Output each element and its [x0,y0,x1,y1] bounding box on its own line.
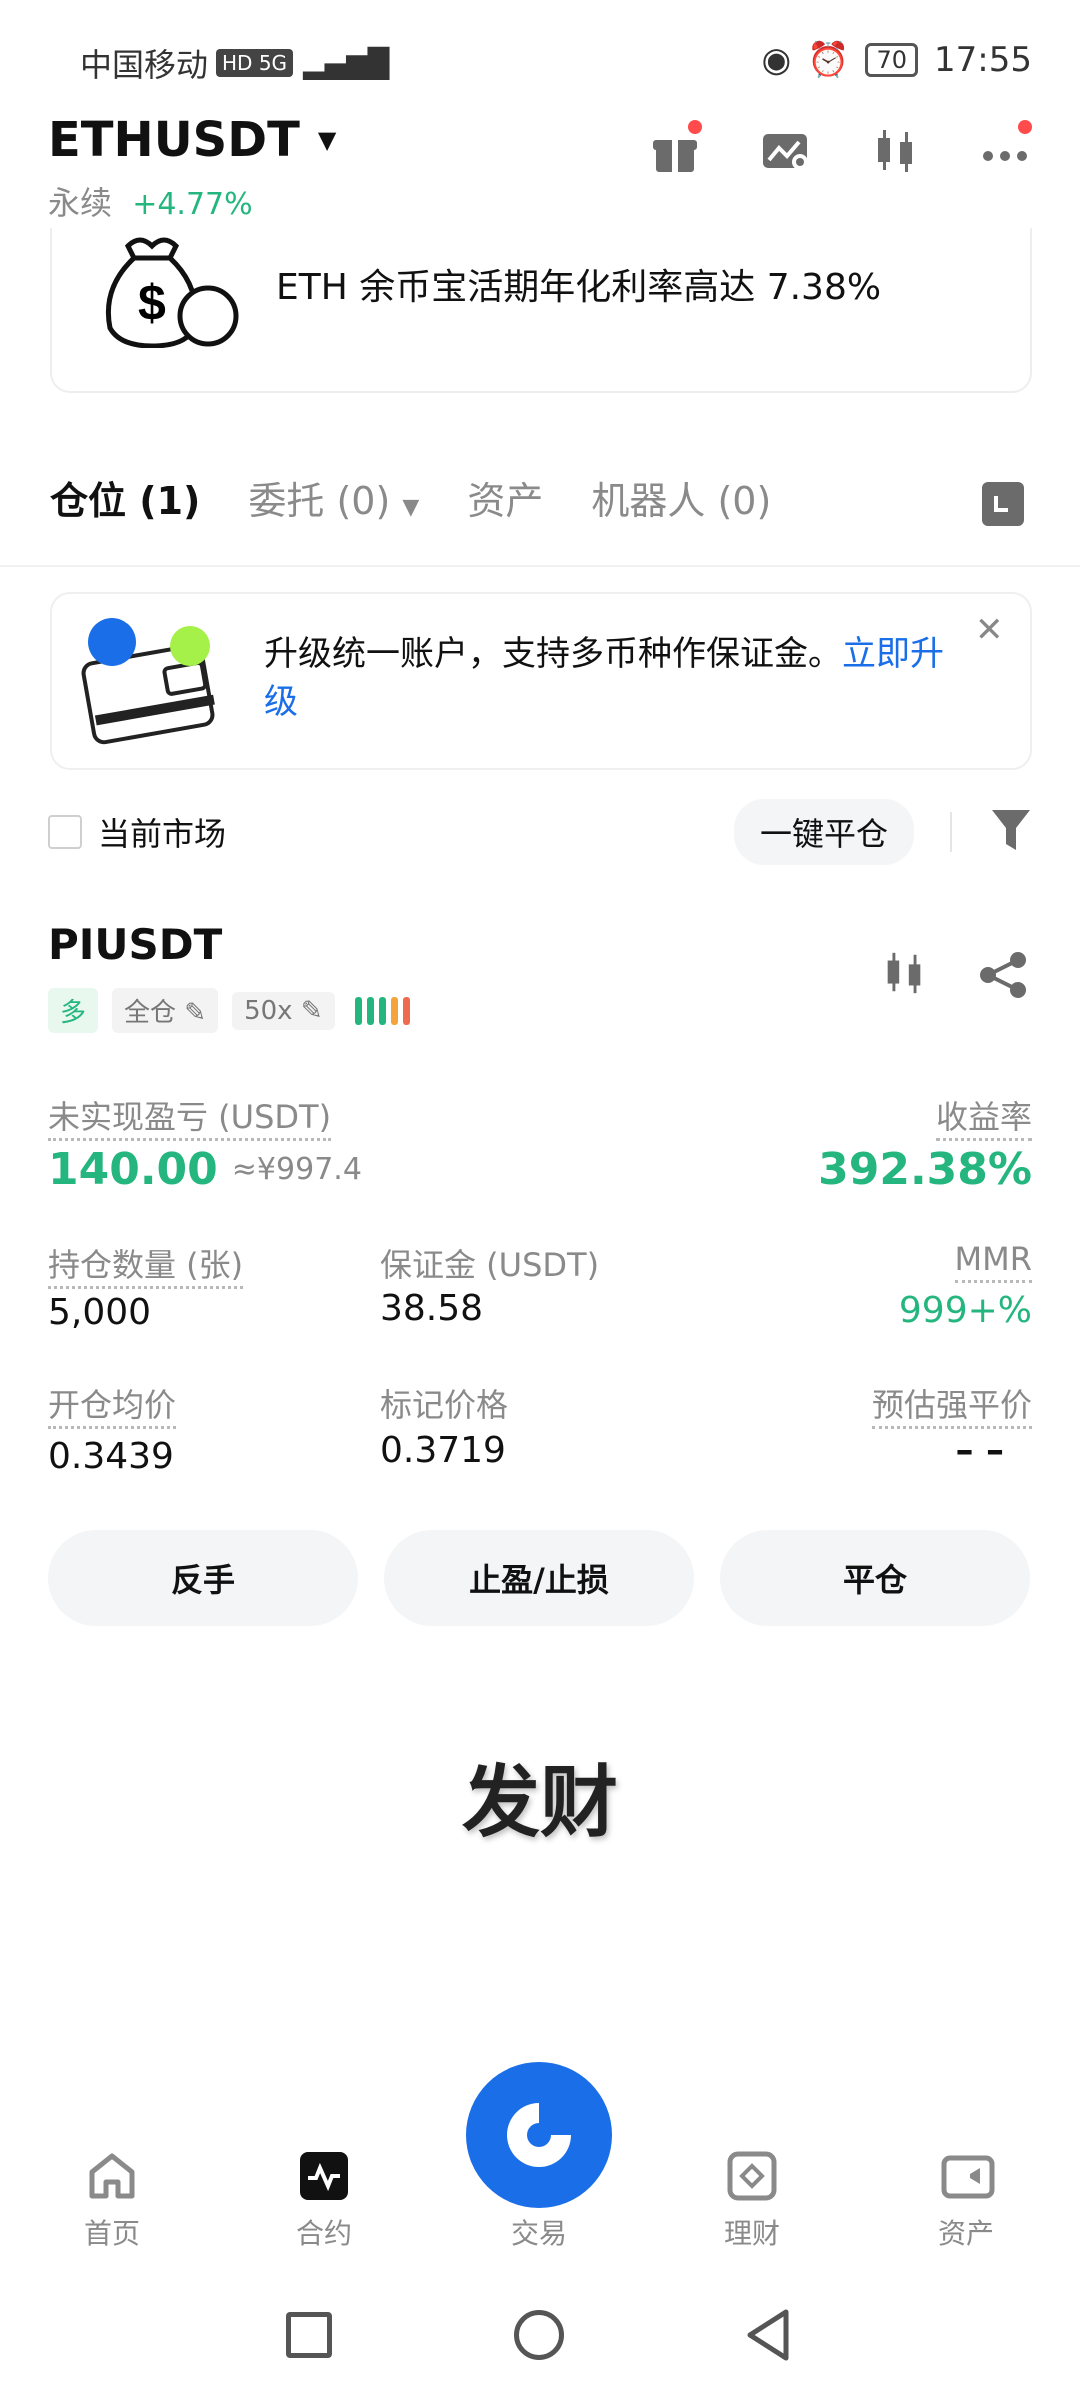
price-change: +4.77% [132,187,253,222]
battery-level: 70 [876,46,908,74]
margin-label: 保证金 (USDT) [380,1246,600,1284]
nav-earn[interactable]: 理财 [692,2150,812,2252]
edit-icon: ✎ [300,995,323,1026]
alarm-icon: ⏰ [807,40,850,80]
history-icon[interactable] [980,480,1026,532]
carrier-info: 中国移动 HD 5G ▂▄▆█ [80,40,389,86]
current-market-checkbox[interactable] [48,815,82,849]
size-value: 5,000 [48,1292,152,1333]
contract-type: 永续 [48,184,113,222]
status-bar: 中国移动 HD 5G ▂▄▆█ ◉ ⏰ 70 17:55 [0,0,1080,120]
carrier-name: 中国移动 [80,46,209,84]
position-tabs: 仓位 (1) 委托 (0) ▼ 资产 机器人 (0) [50,470,771,525]
pair-name: ETHUSDT [48,112,300,168]
candlestick-icon[interactable] [880,948,928,1002]
pair-selector[interactable]: ETHUSDT ▼ [48,112,336,168]
wallet-nav-icon [940,2150,995,2202]
upgrade-message: 升级统一账户，支持多币种作保证金。 [264,634,842,674]
caret-down-icon: ▼ [402,495,420,520]
nav-assets[interactable]: 资产 [906,2150,1026,2252]
share-icon[interactable] [978,950,1028,1004]
status-right: ◉ ⏰ 70 17:55 [761,40,1032,80]
close-position-button[interactable]: 平仓 [720,1530,1030,1626]
recent-apps-icon[interactable] [286,2312,332,2358]
unrealized-pnl-label: 未实现盈亏 (USDT) [48,1092,332,1141]
signal-icon: ▂▄▆█ [303,46,390,80]
earn-icon [726,2150,778,2202]
nav-trade-label: 交易 [510,2217,567,2250]
candlestick-icon[interactable] [870,126,920,176]
entry-price-label: 开仓均价 [48,1380,177,1429]
unrealized-pnl-cny: ≈¥997.4 [231,1152,362,1187]
back-icon[interactable] [744,2308,792,2366]
tabs-divider [0,565,1080,567]
nav-trade[interactable]: 交易 [479,2150,599,2252]
filter-icon[interactable] [990,806,1032,858]
money-bag-icon: $ [100,228,240,352]
nav-assets-label: 资产 [937,2217,994,2250]
mark-price-value: 0.3719 [380,1430,506,1471]
liq-price-value: – – [955,1430,1004,1471]
futures-icon [298,2150,350,2202]
separator [950,812,952,852]
unrealized-pnl: 140.00 [48,1144,218,1195]
nav-futures[interactable]: 合约 [264,2150,384,2252]
position-symbol[interactable]: PIUSDT [48,920,222,969]
overlay-text: 发财 [461,1758,618,1848]
header-actions [650,120,1032,176]
more-icon[interactable] [980,120,1032,176]
size-label: 持仓数量 (张) [48,1240,244,1289]
liq-price-label: 预估强平价 [871,1380,1032,1429]
pair-subtitle: 永续 +4.77% [48,178,253,224]
home-icon [86,2150,138,2202]
battery-icon: 70 [865,43,919,77]
close-icon[interactable]: ✕ [975,610,1004,650]
leverage-label: 50x [244,995,293,1026]
caret-down-icon: ▼ [317,126,337,154]
tab-positions[interactable]: 仓位 (1) [50,470,200,525]
system-nav [0,2290,1080,2388]
side-tag: 多 [48,988,99,1033]
current-market-label: 当前市场 [98,815,227,853]
entry-price-value: 0.3439 [48,1436,174,1477]
mmr-value: 999+% [898,1290,1032,1331]
eye-icon: ◉ [761,40,792,80]
close-all-button[interactable]: 一键平仓 [733,799,914,865]
gift-icon[interactable] [650,120,702,176]
nav-home[interactable]: 首页 [52,2150,172,2252]
tab-assets[interactable]: 资产 [467,470,543,525]
tp-sl-button[interactable]: 止盈/止损 [384,1530,694,1626]
roe-label: 收益率 [935,1092,1032,1141]
wallet-icon [78,614,228,758]
tab-orders-label: 委托 (0) [248,479,391,523]
tab-orders[interactable]: 委托 (0) ▼ [248,470,419,525]
unrealized-pnl-value: 140.00 ≈¥997.4 [48,1144,362,1195]
nav-futures-label: 合约 [295,2217,352,2250]
risk-level-icon [354,996,410,1025]
promo-text[interactable]: ETH 余币宝活期年化利率高达 7.38% [276,258,881,310]
mmr-label: MMR [954,1240,1032,1283]
home-circle-icon[interactable] [514,2310,564,2360]
upgrade-banner-text: 升级统一账户，支持多币种作保证金。立即升级 [264,630,964,726]
network-badge: HD 5G [216,49,294,77]
chart-settings-icon[interactable] [760,126,810,176]
nav-home-label: 首页 [83,2217,140,2250]
clock: 17:55 [934,40,1032,80]
nav-earn-label: 理财 [723,2217,780,2250]
position-tags: 多 全仓 ✎ 50x ✎ [48,988,410,1033]
edit-icon: ✎ [184,998,207,1028]
roe-value: 392.38% [818,1144,1032,1195]
filter-row: 当前市场 一键平仓 [48,799,1032,865]
mark-price-label: 标记价格 [380,1386,509,1424]
leverage-tag[interactable]: 50x ✎ [232,991,335,1030]
margin-value: 38.58 [380,1288,484,1329]
tab-bots[interactable]: 机器人 (0) [591,470,771,525]
reverse-button[interactable]: 反手 [48,1530,358,1626]
margin-mode-label: 全仓 [124,998,177,1028]
svg-text:$: $ [138,275,166,331]
margin-mode-tag[interactable]: 全仓 ✎ [112,988,219,1033]
